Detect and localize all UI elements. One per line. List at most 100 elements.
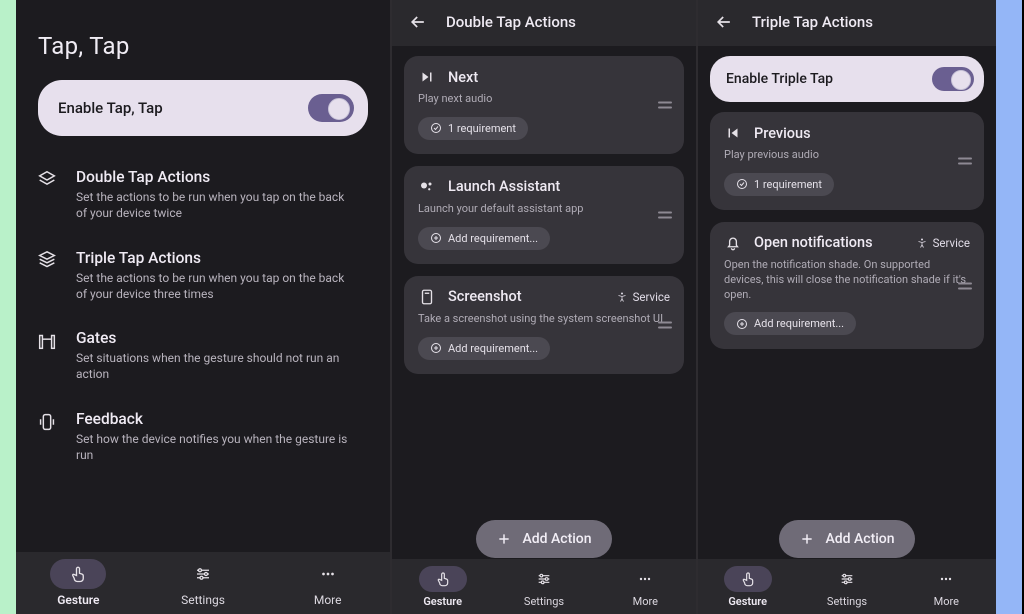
app-title: Tap, Tap [38,32,368,60]
bell-icon [724,234,742,252]
action-previous-title: Previous [754,125,811,142]
add-action-button[interactable]: Add Action [476,520,611,558]
skip-previous-icon [724,124,742,142]
action-card-assistant[interactable]: Launch Assistant Launch your default ass… [404,166,684,264]
action-previous-sub: Play previous audio [724,148,970,163]
menu-gates[interactable]: Gates Set situations when the gesture sh… [36,315,370,396]
screenshot-icon [418,288,436,306]
triple-tap-icon [36,248,58,303]
drag-handle-icon[interactable] [658,101,672,108]
feedback-icon [36,409,58,464]
left-decorative-strip [0,0,16,614]
nav-more-label: More [314,593,342,607]
chip-add-requirement[interactable]: Add requirement... [418,227,550,250]
back-icon[interactable] [714,12,734,32]
action-screenshot-title: Screenshot [448,288,522,305]
menu-gates-sub: Set situations when the gesture should n… [76,350,356,382]
action-card-next[interactable]: Next Play next audio 1 requirement [404,56,684,154]
screen-triple-tap: Triple Tap Actions Enable Triple Tap Pre… [696,0,996,614]
more-icon [319,565,337,583]
nav-more[interactable]: More [265,552,390,614]
screen-main: Tap, Tap Enable Tap, Tap Double Tap Acti… [16,0,390,614]
enable-triple-tap-label: Enable Triple Tap [726,71,833,87]
header-double-tap: Double Tap Actions [392,0,696,46]
header-triple-tap: Triple Tap Actions [698,0,996,46]
action-next-title: Next [448,69,478,86]
accessibility-icon [916,237,928,249]
nav-settings-label: Settings [181,593,225,607]
chip-add-requirement[interactable]: Add requirement... [724,312,856,335]
service-badge: Service [616,290,670,304]
enable-triple-tap-card[interactable]: Enable Triple Tap [710,56,984,102]
menu-gates-title: Gates [76,328,356,348]
action-card-screenshot[interactable]: Screenshot Service Take a screenshot usi… [404,276,684,374]
menu-triple-tap-title: Triple Tap Actions [76,248,356,268]
drag-handle-icon[interactable] [658,321,672,328]
double-tap-icon [36,167,58,222]
drag-handle-icon[interactable] [958,157,972,164]
settings-icon [536,571,552,587]
back-icon[interactable] [408,12,428,32]
settings-icon [194,565,212,583]
accessibility-icon [616,291,628,303]
plus-icon [496,531,512,547]
chip-requirement[interactable]: 1 requirement [418,117,528,140]
bottom-nav: Gesture Settings More [16,552,390,614]
menu-double-tap-title: Double Tap Actions [76,167,356,187]
action-open-notifications-sub: Open the notification shade. On supporte… [724,258,970,303]
action-assistant-title: Launch Assistant [448,178,560,195]
enable-taptap-toggle[interactable] [308,94,354,122]
add-action-button[interactable]: Add Action [779,520,914,558]
plus-icon [799,531,815,547]
action-card-previous[interactable]: Previous Play previous audio 1 requireme… [710,112,984,210]
nav-settings[interactable]: Settings [797,559,896,614]
settings-icon [839,571,855,587]
nav-more[interactable]: More [595,559,696,614]
action-card-open-notifications[interactable]: Open notifications Service Open the noti… [710,222,984,350]
gates-icon [36,328,58,383]
plus-circle-icon [430,342,442,354]
drag-handle-icon[interactable] [658,211,672,218]
bottom-nav: Gesture Settings More [392,559,696,614]
menu-triple-tap[interactable]: Triple Tap Actions Set the actions to be… [36,235,370,316]
screen-double-tap: Double Tap Actions Next Play next audio … [390,0,696,614]
nav-gesture[interactable]: Gesture [698,559,797,614]
more-icon [938,571,954,587]
header-triple-tap-title: Triple Tap Actions [752,13,873,31]
enable-taptap-label: Enable Tap, Tap [58,99,163,117]
gesture-icon [435,571,451,587]
nav-gesture-label: Gesture [57,593,99,607]
enable-taptap-card[interactable]: Enable Tap, Tap [38,80,368,136]
menu-triple-tap-sub: Set the actions to be run when you tap o… [76,270,356,302]
action-open-notifications-title: Open notifications [754,234,873,251]
chip-requirement[interactable]: 1 requirement [724,173,834,196]
right-decorative-strip [996,0,1022,614]
more-icon [637,571,653,587]
action-next-sub: Play next audio [418,92,670,107]
menu-feedback-sub: Set how the device notifies you when the… [76,431,356,463]
check-circle-icon [430,122,442,134]
bottom-nav: Gesture Settings More [698,559,996,614]
menu-feedback-title: Feedback [76,409,356,429]
header-double-tap-title: Double Tap Actions [446,13,576,31]
drag-handle-icon[interactable] [958,282,972,289]
action-assistant-sub: Launch your default assistant app [418,202,670,217]
service-badge: Service [916,236,970,250]
check-circle-icon [736,178,748,190]
plus-circle-icon [736,318,748,330]
gesture-icon [740,571,756,587]
skip-next-icon [418,68,436,86]
action-screenshot-sub: Take a screenshot using the system scree… [418,312,670,327]
assistant-icon [418,178,436,196]
chip-add-requirement[interactable]: Add requirement... [418,337,550,360]
nav-settings[interactable]: Settings [141,552,266,614]
nav-more[interactable]: More [897,559,996,614]
menu-double-tap[interactable]: Double Tap Actions Set the actions to be… [36,154,370,235]
menu-double-tap-sub: Set the actions to be run when you tap o… [76,189,356,221]
nav-settings[interactable]: Settings [493,559,594,614]
plus-circle-icon [430,232,442,244]
menu-feedback[interactable]: Feedback Set how the device notifies you… [36,396,370,477]
enable-triple-tap-toggle[interactable] [932,67,974,91]
nav-gesture[interactable]: Gesture [392,559,493,614]
nav-gesture[interactable]: Gesture [16,552,141,614]
